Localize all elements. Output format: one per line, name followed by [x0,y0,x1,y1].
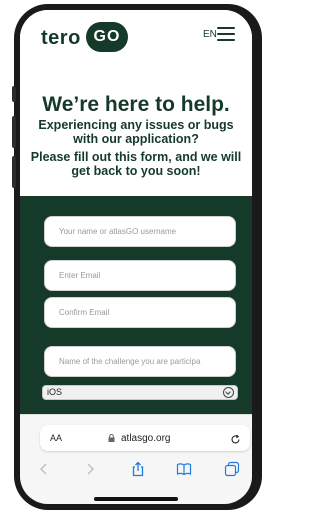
url-text: atlasgo.org [121,433,171,444]
volume-down-button [12,156,16,188]
reload-icon[interactable] [230,432,241,444]
challenge-name-input[interactable]: Name of the challenge you are participa [44,346,236,377]
site-header: tero GO EN [20,10,252,60]
forward-icon[interactable] [82,461,98,477]
text-size-button[interactable]: AA [50,433,62,443]
hero-subtitle: Experiencing any issues or bugs with our… [38,118,234,146]
mute-switch [12,86,16,102]
confirm-email-input-placeholder: Confirm Email [59,308,110,317]
back-icon[interactable] [36,461,52,477]
name-input-placeholder: Your name or atlasGO username [59,227,177,236]
language-selector[interactable]: EN [203,29,217,40]
address-bar[interactable]: AA atlasgo.org [40,425,250,451]
volume-up-button [12,116,16,148]
hero-instruction: Please fill out this form, and we will g… [30,150,242,178]
safari-bottom-bar: AA atlasgo.org [20,414,252,504]
logo-badge[interactable]: GO [86,22,128,52]
challenge-name-input-placeholder: Name of the challenge you are participa [59,357,201,366]
platform-select-value: iOS [47,387,63,397]
chevron-down-icon [223,387,234,398]
hero-section: We’re here to help. Experiencing any iss… [20,60,252,196]
share-icon[interactable] [130,461,146,477]
platform-select[interactable]: iOS [42,385,238,400]
safari-toolbar [20,461,252,481]
phone-screen: tero GO EN We’re here to help. Experienc… [20,10,252,504]
email-input-placeholder: Enter Email [59,271,101,280]
logo-text[interactable]: tero [41,27,81,50]
email-input[interactable]: Enter Email [44,260,236,291]
hamburger-menu-icon[interactable] [217,27,235,41]
tabs-icon[interactable] [224,461,240,477]
lock-icon [108,434,115,442]
confirm-email-input[interactable]: Confirm Email [44,297,236,328]
name-input[interactable]: Your name or atlasGO username [44,216,236,247]
bookmarks-icon[interactable] [176,461,192,477]
page-title: We’re here to help. [42,93,230,116]
logo-badge-text: GO [93,28,121,45]
home-indicator [94,497,178,501]
